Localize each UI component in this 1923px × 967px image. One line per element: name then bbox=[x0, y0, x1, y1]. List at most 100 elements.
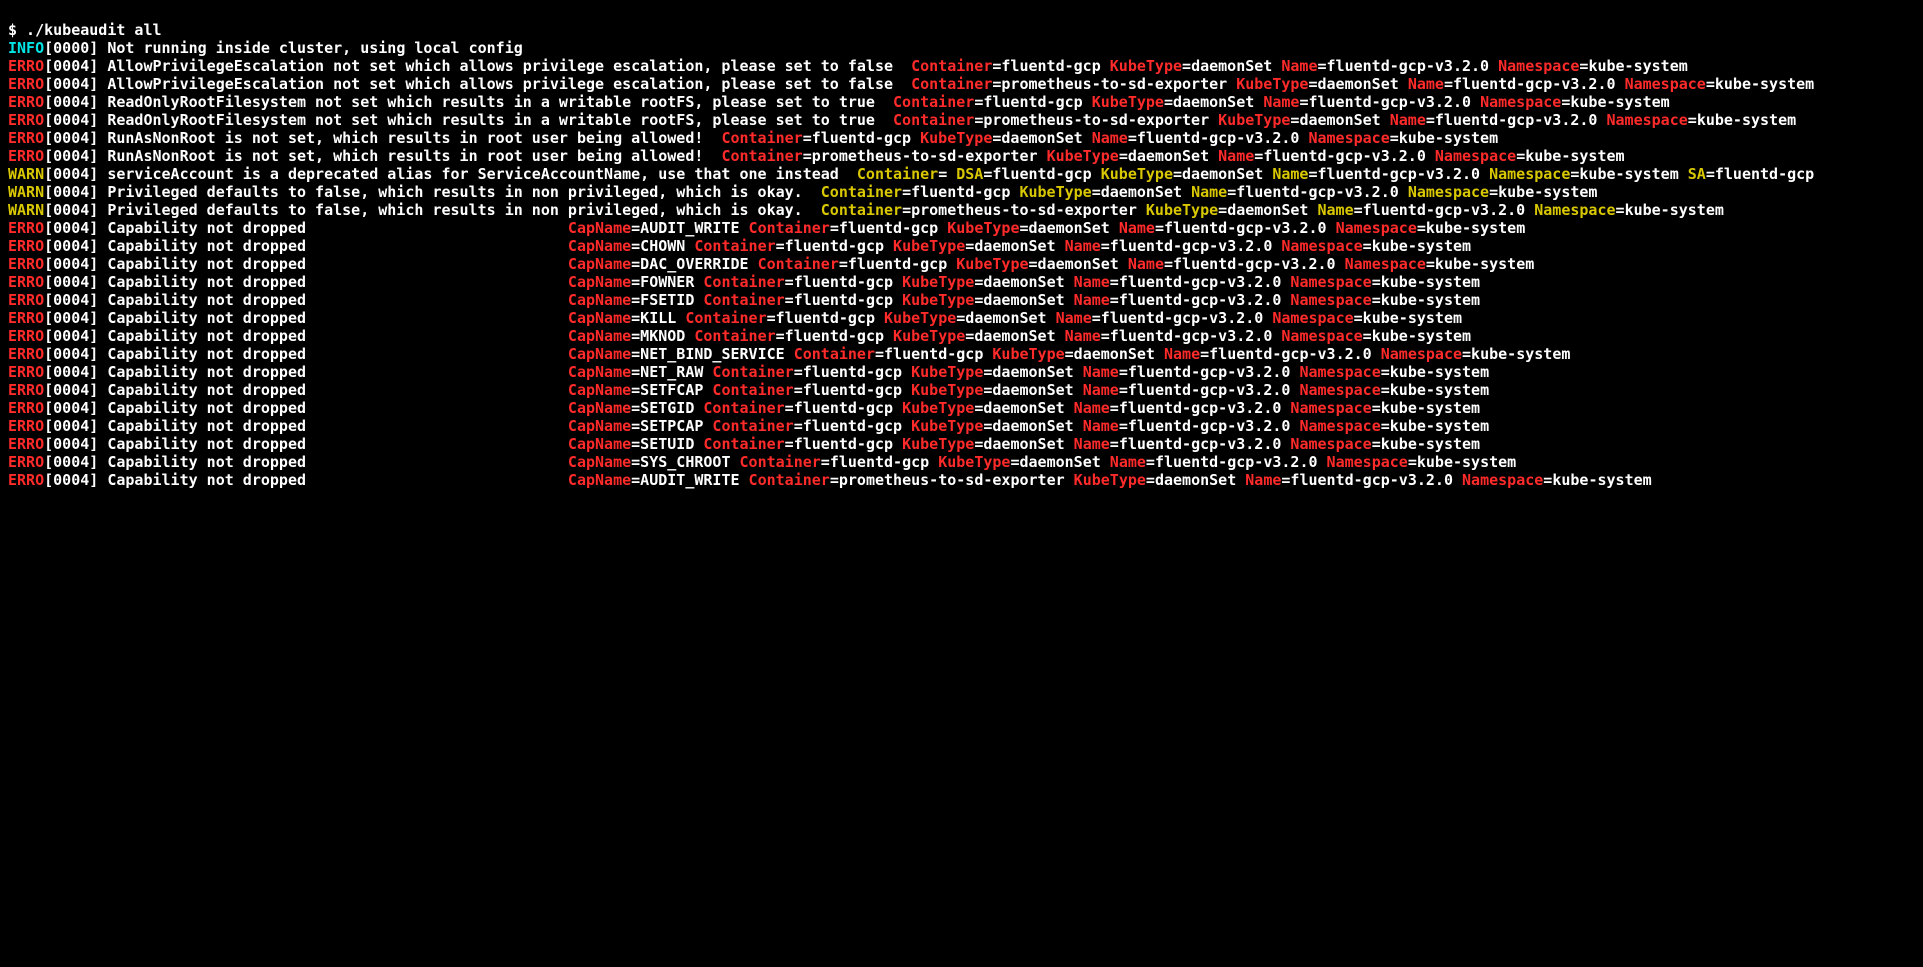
sp bbox=[884, 327, 893, 345]
val-namespace: kube-system bbox=[1715, 75, 1814, 93]
level-erro: ERRO bbox=[8, 381, 44, 399]
sp bbox=[893, 399, 902, 417]
key-name: Name bbox=[1083, 363, 1119, 381]
val-kubetype: daemonSet bbox=[1101, 183, 1182, 201]
log-ts: [0004] bbox=[44, 57, 107, 75]
val-namespace: kube-system bbox=[1399, 129, 1498, 147]
key-name: Name bbox=[1191, 183, 1227, 201]
key-kubetype: KubeType bbox=[902, 291, 974, 309]
sp bbox=[685, 237, 694, 255]
key-kubetype: KubeType bbox=[1146, 201, 1218, 219]
eq: = bbox=[631, 435, 640, 453]
sp bbox=[884, 237, 893, 255]
val-container: prometheus-to-sd-exporter bbox=[983, 111, 1209, 129]
key-container: Container bbox=[703, 435, 784, 453]
key-capname: CapName bbox=[568, 345, 631, 363]
eq: = bbox=[794, 417, 803, 435]
key-container: Container bbox=[703, 273, 784, 291]
eq: = bbox=[785, 435, 794, 453]
val-name: fluentd-gcp-v3.2.0 bbox=[1435, 111, 1598, 129]
log-msg: ReadOnlyRootFilesystem not set which res… bbox=[107, 93, 893, 111]
val-kubetype: daemonSet bbox=[983, 435, 1064, 453]
sp bbox=[1372, 345, 1381, 363]
key-kubetype: KubeType bbox=[902, 273, 974, 291]
key-container: Container bbox=[821, 201, 902, 219]
key-name: Name bbox=[1065, 327, 1101, 345]
key-namespace: Namespace bbox=[1299, 381, 1380, 399]
log-msg: Privileged defaults to false, which resu… bbox=[107, 201, 820, 219]
sp bbox=[1047, 309, 1056, 327]
key-dsa: DSA bbox=[956, 165, 983, 183]
level-erro: ERRO bbox=[8, 363, 44, 381]
val-kubetype: daemonSet bbox=[1038, 255, 1119, 273]
sp bbox=[1074, 381, 1083, 399]
val-kubetype: daemonSet bbox=[1191, 57, 1272, 75]
val-container: prometheus-to-sd-exporter bbox=[1001, 75, 1227, 93]
val-kubetype: daemonSet bbox=[1173, 93, 1254, 111]
eq: = bbox=[1426, 255, 1435, 273]
log-msg: Capability not dropped bbox=[107, 417, 568, 435]
val-namespace: kube-system bbox=[1372, 237, 1471, 255]
val-namespace: kube-system bbox=[1570, 93, 1669, 111]
sp bbox=[893, 273, 902, 291]
key-name: Name bbox=[1056, 309, 1092, 327]
eq: = bbox=[631, 417, 640, 435]
val-name: fluentd-gcp-v3.2.0 bbox=[1453, 75, 1616, 93]
level-erro: ERRO bbox=[8, 129, 44, 147]
key-kubetype: KubeType bbox=[1074, 471, 1146, 489]
log-ts: [0004] bbox=[44, 453, 107, 471]
level-erro: ERRO bbox=[8, 471, 44, 489]
log-msg: AllowPrivilegeEscalation not set which a… bbox=[107, 75, 911, 93]
sp bbox=[685, 327, 694, 345]
level-info: INFO bbox=[8, 39, 44, 57]
key-namespace: Namespace bbox=[1299, 417, 1380, 435]
key-container: Container bbox=[703, 399, 784, 417]
eq: = bbox=[785, 291, 794, 309]
key-namespace: Namespace bbox=[1299, 363, 1380, 381]
sp bbox=[1110, 219, 1119, 237]
eq: = bbox=[965, 327, 974, 345]
level-erro: ERRO bbox=[8, 435, 44, 453]
eq: = bbox=[1029, 255, 1038, 273]
key-sa: SA bbox=[1688, 165, 1706, 183]
terminal-output[interactable]: $ ./kubeaudit all INFO[0000] Not running… bbox=[0, 15, 1923, 495]
eq: = bbox=[1110, 435, 1119, 453]
key-name: Name bbox=[1074, 399, 1110, 417]
sp bbox=[1101, 453, 1110, 471]
sp bbox=[1056, 327, 1065, 345]
val-name: fluentd-gcp-v3.2.0 bbox=[1164, 219, 1327, 237]
key-kubetype: KubeType bbox=[911, 363, 983, 381]
val-capname: DAC_OVERRIDE bbox=[640, 255, 748, 273]
eq: = bbox=[1119, 381, 1128, 399]
val-capname: AUDIT_WRITE bbox=[640, 219, 739, 237]
key-namespace: Namespace bbox=[1408, 183, 1489, 201]
eq: = bbox=[767, 309, 776, 327]
val-container: fluentd-gcp bbox=[839, 219, 938, 237]
eq: = bbox=[631, 381, 640, 399]
key-container: Container bbox=[857, 165, 938, 183]
key-container: Container bbox=[712, 363, 793, 381]
val-name: fluentd-gcp-v3.2.0 bbox=[1318, 165, 1481, 183]
val-name: fluentd-gcp-v3.2.0 bbox=[1119, 399, 1282, 417]
key-kubetype: KubeType bbox=[1236, 75, 1308, 93]
val-capname: NET_BIND_SERVICE bbox=[640, 345, 785, 363]
key-namespace: Namespace bbox=[1607, 111, 1688, 129]
key-capname: CapName bbox=[568, 471, 631, 489]
eq: = bbox=[1372, 291, 1381, 309]
key-capname: CapName bbox=[568, 435, 631, 453]
eq: = bbox=[1110, 273, 1119, 291]
eq: = bbox=[776, 327, 785, 345]
eq: = bbox=[631, 327, 640, 345]
log-ts: [0004] bbox=[44, 129, 107, 147]
sp bbox=[875, 309, 884, 327]
sp bbox=[893, 435, 902, 453]
key-namespace: Namespace bbox=[1290, 399, 1371, 417]
key-name: Name bbox=[1128, 255, 1164, 273]
key-container: Container bbox=[749, 219, 830, 237]
key-namespace: Namespace bbox=[1534, 201, 1615, 219]
key-capname: CapName bbox=[568, 255, 631, 273]
log-msg: RunAsNonRoot is not set, which results i… bbox=[107, 129, 721, 147]
val-name: fluentd-gcp-v3.2.0 bbox=[1209, 345, 1372, 363]
log-ts: [0004] bbox=[44, 471, 107, 489]
key-namespace: Namespace bbox=[1281, 237, 1362, 255]
